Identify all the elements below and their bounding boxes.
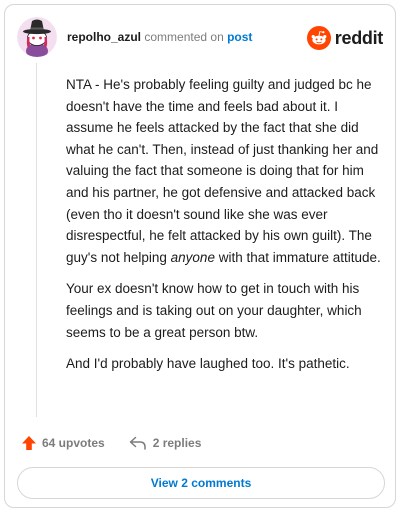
comment-text-1a: NTA - He's probably feeling guilty and j… xyxy=(66,77,379,265)
thread-line[interactable] xyxy=(36,63,37,417)
upvote-button[interactable]: 64 upvotes xyxy=(21,435,105,451)
user-avatar[interactable] xyxy=(17,17,57,57)
upvote-count: 64 upvotes xyxy=(42,436,105,450)
reddit-snoo-icon xyxy=(306,26,331,50)
reddit-logo[interactable]: reddit xyxy=(306,25,384,51)
comment-paragraph-1: NTA - He's probably feeling guilty and j… xyxy=(66,74,386,268)
comment-emphasis: anyone xyxy=(170,249,215,265)
username-link[interactable]: repolho_azul xyxy=(67,30,141,44)
action-text: commented on xyxy=(144,30,224,44)
reply-arrow-icon xyxy=(129,436,146,450)
post-link[interactable]: post xyxy=(227,30,252,44)
comment-paragraph-3: And I'd probably have laughed too. It's … xyxy=(66,356,350,372)
comment-card: repolho_azul commented on post reddit NT… xyxy=(4,4,396,508)
snoo-avatar-icon xyxy=(17,17,57,57)
comment-meta: repolho_azul commented on post xyxy=(67,30,252,44)
reddit-wordmark: reddit xyxy=(334,27,384,48)
upvote-arrow-icon xyxy=(22,436,36,450)
view-comments-button[interactable]: View 2 comments xyxy=(17,467,385,499)
comment-header: repolho_azul commented on post reddit xyxy=(17,17,383,57)
replies-button[interactable]: 2 replies xyxy=(129,436,202,450)
comment-footer: 64 upvotes 2 replies xyxy=(21,433,201,453)
comment-paragraph-2: Your ex doesn't know how to get in touch… xyxy=(66,281,362,340)
replies-count: 2 replies xyxy=(152,436,202,450)
comment-text-1b: with that immature attitude. xyxy=(214,249,381,265)
comment-body: NTA - He's probably feeling guilty and j… xyxy=(66,74,386,385)
